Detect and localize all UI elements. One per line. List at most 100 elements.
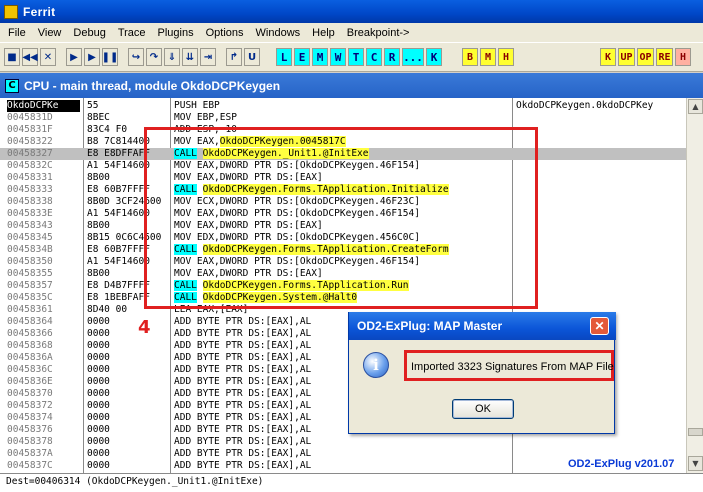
code-row[interactable]: 00458350 A1 54F14600 MOV EAX,DWORD PTR D…	[0, 256, 686, 268]
dialog-message: Imported 3323 Signatures From MAP File	[411, 361, 614, 373]
window-titlebar[interactable]: Ferrit	[0, 0, 703, 23]
row-hex: 8B00	[87, 268, 110, 279]
row-hex: 8BEC	[87, 112, 110, 123]
plugin-re-button[interactable]: RE	[656, 48, 673, 66]
row-hex: A1 54F14600	[87, 208, 150, 219]
memory-breakpoints-button[interactable]: M	[480, 48, 496, 66]
breakpoints-button[interactable]: B	[462, 48, 478, 66]
plugin-h-button[interactable]: H	[675, 48, 691, 66]
step-into-icon[interactable]: ↪	[128, 48, 144, 66]
run-icon[interactable]: ▶	[66, 48, 82, 66]
call-stack-button[interactable]: K	[426, 48, 442, 66]
row-hex: 0000	[87, 316, 110, 327]
code-row[interactable]: 00458345 8B15 0C6C4500 MOV EDX,DWORD PTR…	[0, 232, 686, 244]
menu-file[interactable]: File	[2, 26, 32, 40]
row-hex: 0000	[87, 364, 110, 375]
code-row[interactable]: 00458322 B8 7C814400 MOV EAX,OkdoDCPKeyg…	[0, 136, 686, 148]
row-asm: ADD BYTE PTR DS:[EAX],AL	[174, 388, 312, 399]
hardware-breakpoints-button[interactable]: H	[498, 48, 514, 66]
plugin-k-button[interactable]: K	[600, 48, 616, 66]
code-row[interactable]: 0045835C E8 1BEBFAFF CALL OkdoDCPKeygen.…	[0, 292, 686, 304]
row-asm: ADD BYTE PTR DS:[EAX],AL	[174, 400, 312, 411]
code-row[interactable]: 00458378 0000 ADD BYTE PTR DS:[EAX],AL	[0, 436, 686, 448]
window-title: Ferrit	[23, 4, 56, 19]
menu-trace[interactable]: Trace	[112, 26, 152, 40]
references-window-button[interactable]: R	[384, 48, 400, 66]
menu-view[interactable]: View	[32, 26, 68, 40]
execute-till-return-icon[interactable]: ⇥	[200, 48, 216, 66]
row-address: OkdoDCPKe	[7, 100, 80, 112]
menu-plugins[interactable]: Plugins	[152, 26, 200, 40]
threads-window-button[interactable]: T	[348, 48, 364, 66]
info-line: Dest=00406314 (OkdoDCPKeygen._Unit1.@Ini…	[0, 473, 703, 492]
go-to-icon[interactable]: U	[244, 48, 260, 66]
row-address: 00458350	[7, 256, 53, 267]
asm-target: OkdoDCPKeygen.System.@Halt0	[202, 292, 358, 303]
menu-options[interactable]: Options	[200, 26, 250, 40]
menu-breakpoint[interactable]: Breakpoint->	[341, 26, 416, 40]
close-icon[interactable]: ✕	[590, 317, 609, 335]
code-row[interactable]: 0045832C A1 54F14600 MOV EAX,DWORD PTR D…	[0, 160, 686, 172]
row-address: 00458338	[7, 196, 53, 207]
code-row[interactable]: 00458357 E8 D4B7FFFF CALL OkdoDCPKeygen.…	[0, 280, 686, 292]
row-address: 0045837C	[7, 460, 53, 471]
row-asm: ADD BYTE PTR DS:[EAX],AL	[174, 460, 312, 471]
row-hex: 8B00	[87, 172, 110, 183]
code-row[interactable]: 0045831F 83C4 F0 ADD ESP,-10	[0, 124, 686, 136]
row-address: 00458378	[7, 436, 53, 447]
row-address: 00458361	[7, 304, 53, 315]
ok-button[interactable]: OK	[452, 399, 514, 419]
menu-windows[interactable]: Windows	[250, 26, 307, 40]
code-row[interactable]: 00458331 8B00 MOV EAX,DWORD PTR DS:[EAX]	[0, 172, 686, 184]
asm-target: OkdoDCPKeygen.Forms.TApplication.Initial…	[202, 184, 449, 195]
modules-window-button[interactable]: E	[294, 48, 310, 66]
open-file-icon[interactable]: ■	[4, 48, 20, 66]
code-row[interactable]: 00458343 8B00 MOV EAX,DWORD PTR DS:[EAX]	[0, 220, 686, 232]
row-hex: 0000	[87, 424, 110, 435]
scroll-down-icon[interactable]: ▼	[688, 456, 703, 471]
menu-help[interactable]: Help	[306, 26, 341, 40]
asm-call: CALL	[174, 184, 197, 195]
code-row[interactable]: 0045834B E8 60B7FFFF CALL OkdoDCPKeygen.…	[0, 244, 686, 256]
close-debuggee-icon[interactable]: ✕	[40, 48, 56, 66]
trace-into-icon[interactable]: ⇓	[164, 48, 180, 66]
plugin-op-button[interactable]: OP	[637, 48, 654, 66]
row-address: 0045837A	[7, 448, 53, 459]
row-asm: ADD BYTE PTR DS:[EAX],AL	[174, 328, 312, 339]
asm-call: CALL	[174, 244, 197, 255]
row-address: 00458368	[7, 340, 53, 351]
dialog-title[interactable]: OD2-ExPlug: MAP Master	[349, 312, 616, 340]
vertical-scrollbar[interactable]: ▲ ▼	[686, 98, 703, 473]
row-address: 00458333	[7, 184, 53, 195]
run-trace-button[interactable]: ...	[402, 48, 424, 66]
execute-till-user-icon[interactable]: ↱	[226, 48, 242, 66]
code-row[interactable]: 0045831D 8BEC MOV EBP,ESP	[0, 112, 686, 124]
memory-window-button[interactable]: M	[312, 48, 328, 66]
code-row[interactable]: OkdoDCPKe 55 PUSH EBP OkdoDCPKeygen.0kdo…	[0, 100, 686, 112]
scroll-up-icon[interactable]: ▲	[688, 99, 703, 114]
run-thread-icon[interactable]: ▶	[84, 48, 100, 66]
code-row[interactable]: 00458355 8B00 MOV EAX,DWORD PTR DS:[EAX]	[0, 268, 686, 280]
menu-debug[interactable]: Debug	[67, 26, 111, 40]
row-asm: CALL OkdoDCPKeygen._Unit1.@InitExe	[174, 148, 369, 160]
code-row-selected[interactable]: 00458327 E8 E8DFFAFF CALL OkdoDCPKeygen.…	[0, 148, 686, 160]
cpu-window-caption[interactable]: C CPU - main thread, module OkdoDCPKeyge…	[0, 73, 703, 98]
row-hex: E8 1BEBFAFF	[87, 292, 150, 303]
row-hex: 0000	[87, 340, 110, 351]
row-asm: MOV EAX,DWORD PTR DS:[EAX]	[174, 268, 323, 279]
windows-window-button[interactable]: W	[330, 48, 346, 66]
trace-over-icon[interactable]: ⇊	[182, 48, 198, 66]
pause-icon[interactable]: ❚❚	[102, 48, 118, 66]
code-row[interactable]: 00458338 8B0D 3CF24600 MOV ECX,DWORD PTR…	[0, 196, 686, 208]
log-window-button[interactable]: L	[276, 48, 292, 66]
step-over-icon[interactable]: ↷	[146, 48, 162, 66]
cpu-window-button[interactable]: C	[366, 48, 382, 66]
row-asm: ADD BYTE PTR DS:[EAX],AL	[174, 376, 312, 387]
rewind-icon[interactable]: ◀◀	[22, 48, 38, 66]
row-address: 00458327	[7, 148, 53, 159]
row-hex: 8B15 0C6C4500	[87, 232, 162, 243]
scroll-thumb[interactable]	[688, 428, 703, 436]
code-row[interactable]: 0045833E A1 54F14600 MOV EAX,DWORD PTR D…	[0, 208, 686, 220]
plugin-up-button[interactable]: UP	[618, 48, 635, 66]
code-row[interactable]: 00458333 E8 60B7FFFF CALL OkdoDCPKeygen.…	[0, 184, 686, 196]
